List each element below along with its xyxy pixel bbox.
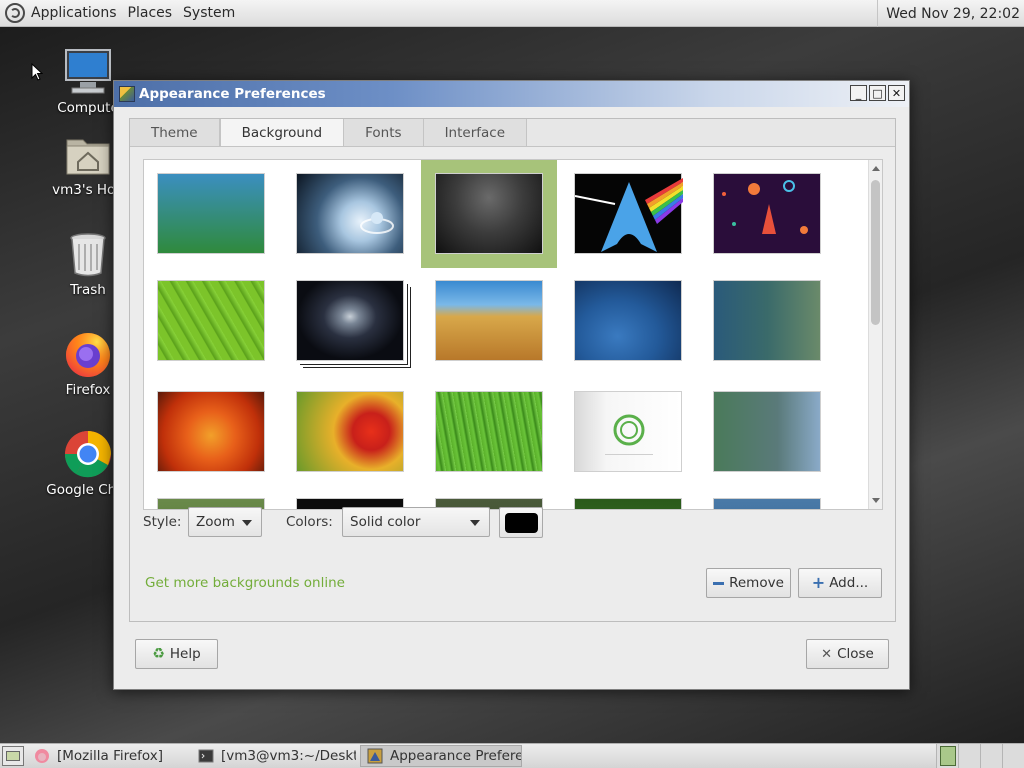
chrome-icon [64,430,112,478]
background-thumbnail[interactable] [157,173,265,254]
title-bar[interactable]: Appearance Preferences _ □ ✕ [114,81,909,107]
background-thumbnail[interactable] [157,391,265,472]
background-thumbnail[interactable] [296,173,404,254]
taskbar-item-appearance[interactable]: Appearance Prefere... [360,745,522,767]
clock-applet[interactable]: Wed Nov 29, 22:02 [877,0,1024,27]
scrollbar-thumb[interactable] [871,180,880,325]
terminal-icon [198,749,214,763]
close-window-button[interactable]: ✕ [888,85,905,101]
tab-fonts[interactable]: Fonts [344,119,424,147]
background-thumbnail[interactable] [574,280,682,361]
menu-applications[interactable]: Applications [31,5,117,21]
close-icon: ✕ [891,86,902,100]
remove-button-label: Remove [729,575,784,591]
background-thumbnail[interactable] [157,280,265,361]
background-gallery[interactable] [143,159,883,510]
workspace-switcher [936,744,1024,768]
taskbar-item-label: [vm3@vm3:~/Deskt... [221,748,356,764]
top-panel: Applications Places System Wed Nov 29, 2… [0,0,1024,27]
tab-theme[interactable]: Theme [130,119,220,147]
tab-background[interactable]: Background [219,119,345,147]
show-desktop-button[interactable] [2,746,24,766]
close-button[interactable]: ✕ Close [806,639,889,669]
workspace-2[interactable] [958,744,980,768]
style-combo-value: Zoom [196,514,235,530]
window-controls: _ □ ✕ [850,85,905,101]
desktop-icon [6,751,20,761]
computer-icon [64,48,112,96]
tab-interface[interactable]: Interface [423,119,528,147]
colors-combo-value: Solid color [350,514,421,530]
color-swatch [504,512,538,533]
help-icon: ♻ [152,646,165,662]
dropdown-arrow-icon [242,520,252,526]
appearance-icon [367,748,383,764]
home-folder-icon [64,130,112,178]
scroll-down-icon[interactable] [872,498,880,503]
firefox-icon [64,330,112,378]
workspace-3[interactable] [980,744,1002,768]
primary-color-button[interactable] [499,507,543,538]
maximize-icon: □ [872,86,883,100]
add-button[interactable]: + Add... [798,568,882,598]
more-backgrounds-link[interactable]: Get more backgrounds online [145,575,345,591]
menu-places[interactable]: Places [128,5,173,21]
background-thumbnail[interactable] [574,173,683,254]
workspace-1[interactable] [936,744,958,768]
background-thumbnail-selected[interactable] [435,173,543,254]
menu-system[interactable]: System [183,5,235,21]
background-thumbnail[interactable] [296,391,404,472]
maximize-button[interactable]: □ [869,85,886,101]
tab-bar: Theme Background Fonts Interface [130,119,528,147]
dropdown-arrow-icon [470,520,480,526]
background-thumbnail[interactable] [296,280,404,361]
background-thumbnail[interactable] [574,391,682,472]
taskbar-item-label: [Mozilla Firefox] [57,748,164,764]
help-button[interactable]: ♻ Help [135,639,218,669]
background-tab-panel: Style: Zoom Colors: Solid color Get more… [130,146,895,621]
background-thumbnail[interactable] [713,280,821,361]
minimize-button[interactable]: _ [850,85,867,101]
minus-icon [713,581,725,585]
minimize-icon: _ [855,86,862,100]
background-thumbnail[interactable] [713,173,821,254]
remove-button[interactable]: Remove [706,568,791,598]
trash-icon [64,230,112,278]
plus-icon: + [811,573,826,592]
help-button-label: Help [169,646,201,662]
preferences-notebook: Theme Background Fonts Interface Style: … [129,118,896,622]
close-button-label: Close [837,646,874,662]
background-thumbnail[interactable] [713,498,821,509]
appearance-preferences-dialog: Appearance Preferences _ □ ✕ Theme Backg… [113,80,910,690]
workspace-4[interactable] [1002,744,1024,768]
firefox-icon [35,749,49,763]
mate-logo-icon[interactable] [5,3,25,23]
taskbar-item-firefox[interactable]: [Mozilla Firefox] [28,745,188,767]
bottom-panel: [Mozilla Firefox] [vm3@vm3:~/Deskt... Ap… [0,743,1024,768]
close-icon: ✕ [821,646,833,662]
colors-label: Colors: [286,514,333,530]
background-thumbnail[interactable] [574,498,682,509]
add-button-label: Add... [829,575,869,591]
style-label: Style: [143,514,182,530]
background-thumbnail[interactable] [435,280,543,361]
taskbar-item-label: Appearance Prefere... [390,748,522,764]
colors-combo[interactable]: Solid color [342,507,490,537]
background-thumbnail[interactable] [435,391,543,472]
window-title: Appearance Preferences [139,86,326,102]
appearance-icon [119,86,135,102]
scroll-up-icon[interactable] [872,166,880,171]
clock[interactable]: Wed Nov 29, 22:02 [886,6,1020,22]
background-thumbnail[interactable] [713,391,821,472]
taskbar-item-terminal[interactable]: [vm3@vm3:~/Deskt... [192,745,356,767]
gallery-scrollbar[interactable] [868,160,882,509]
style-combo[interactable]: Zoom [188,507,262,537]
